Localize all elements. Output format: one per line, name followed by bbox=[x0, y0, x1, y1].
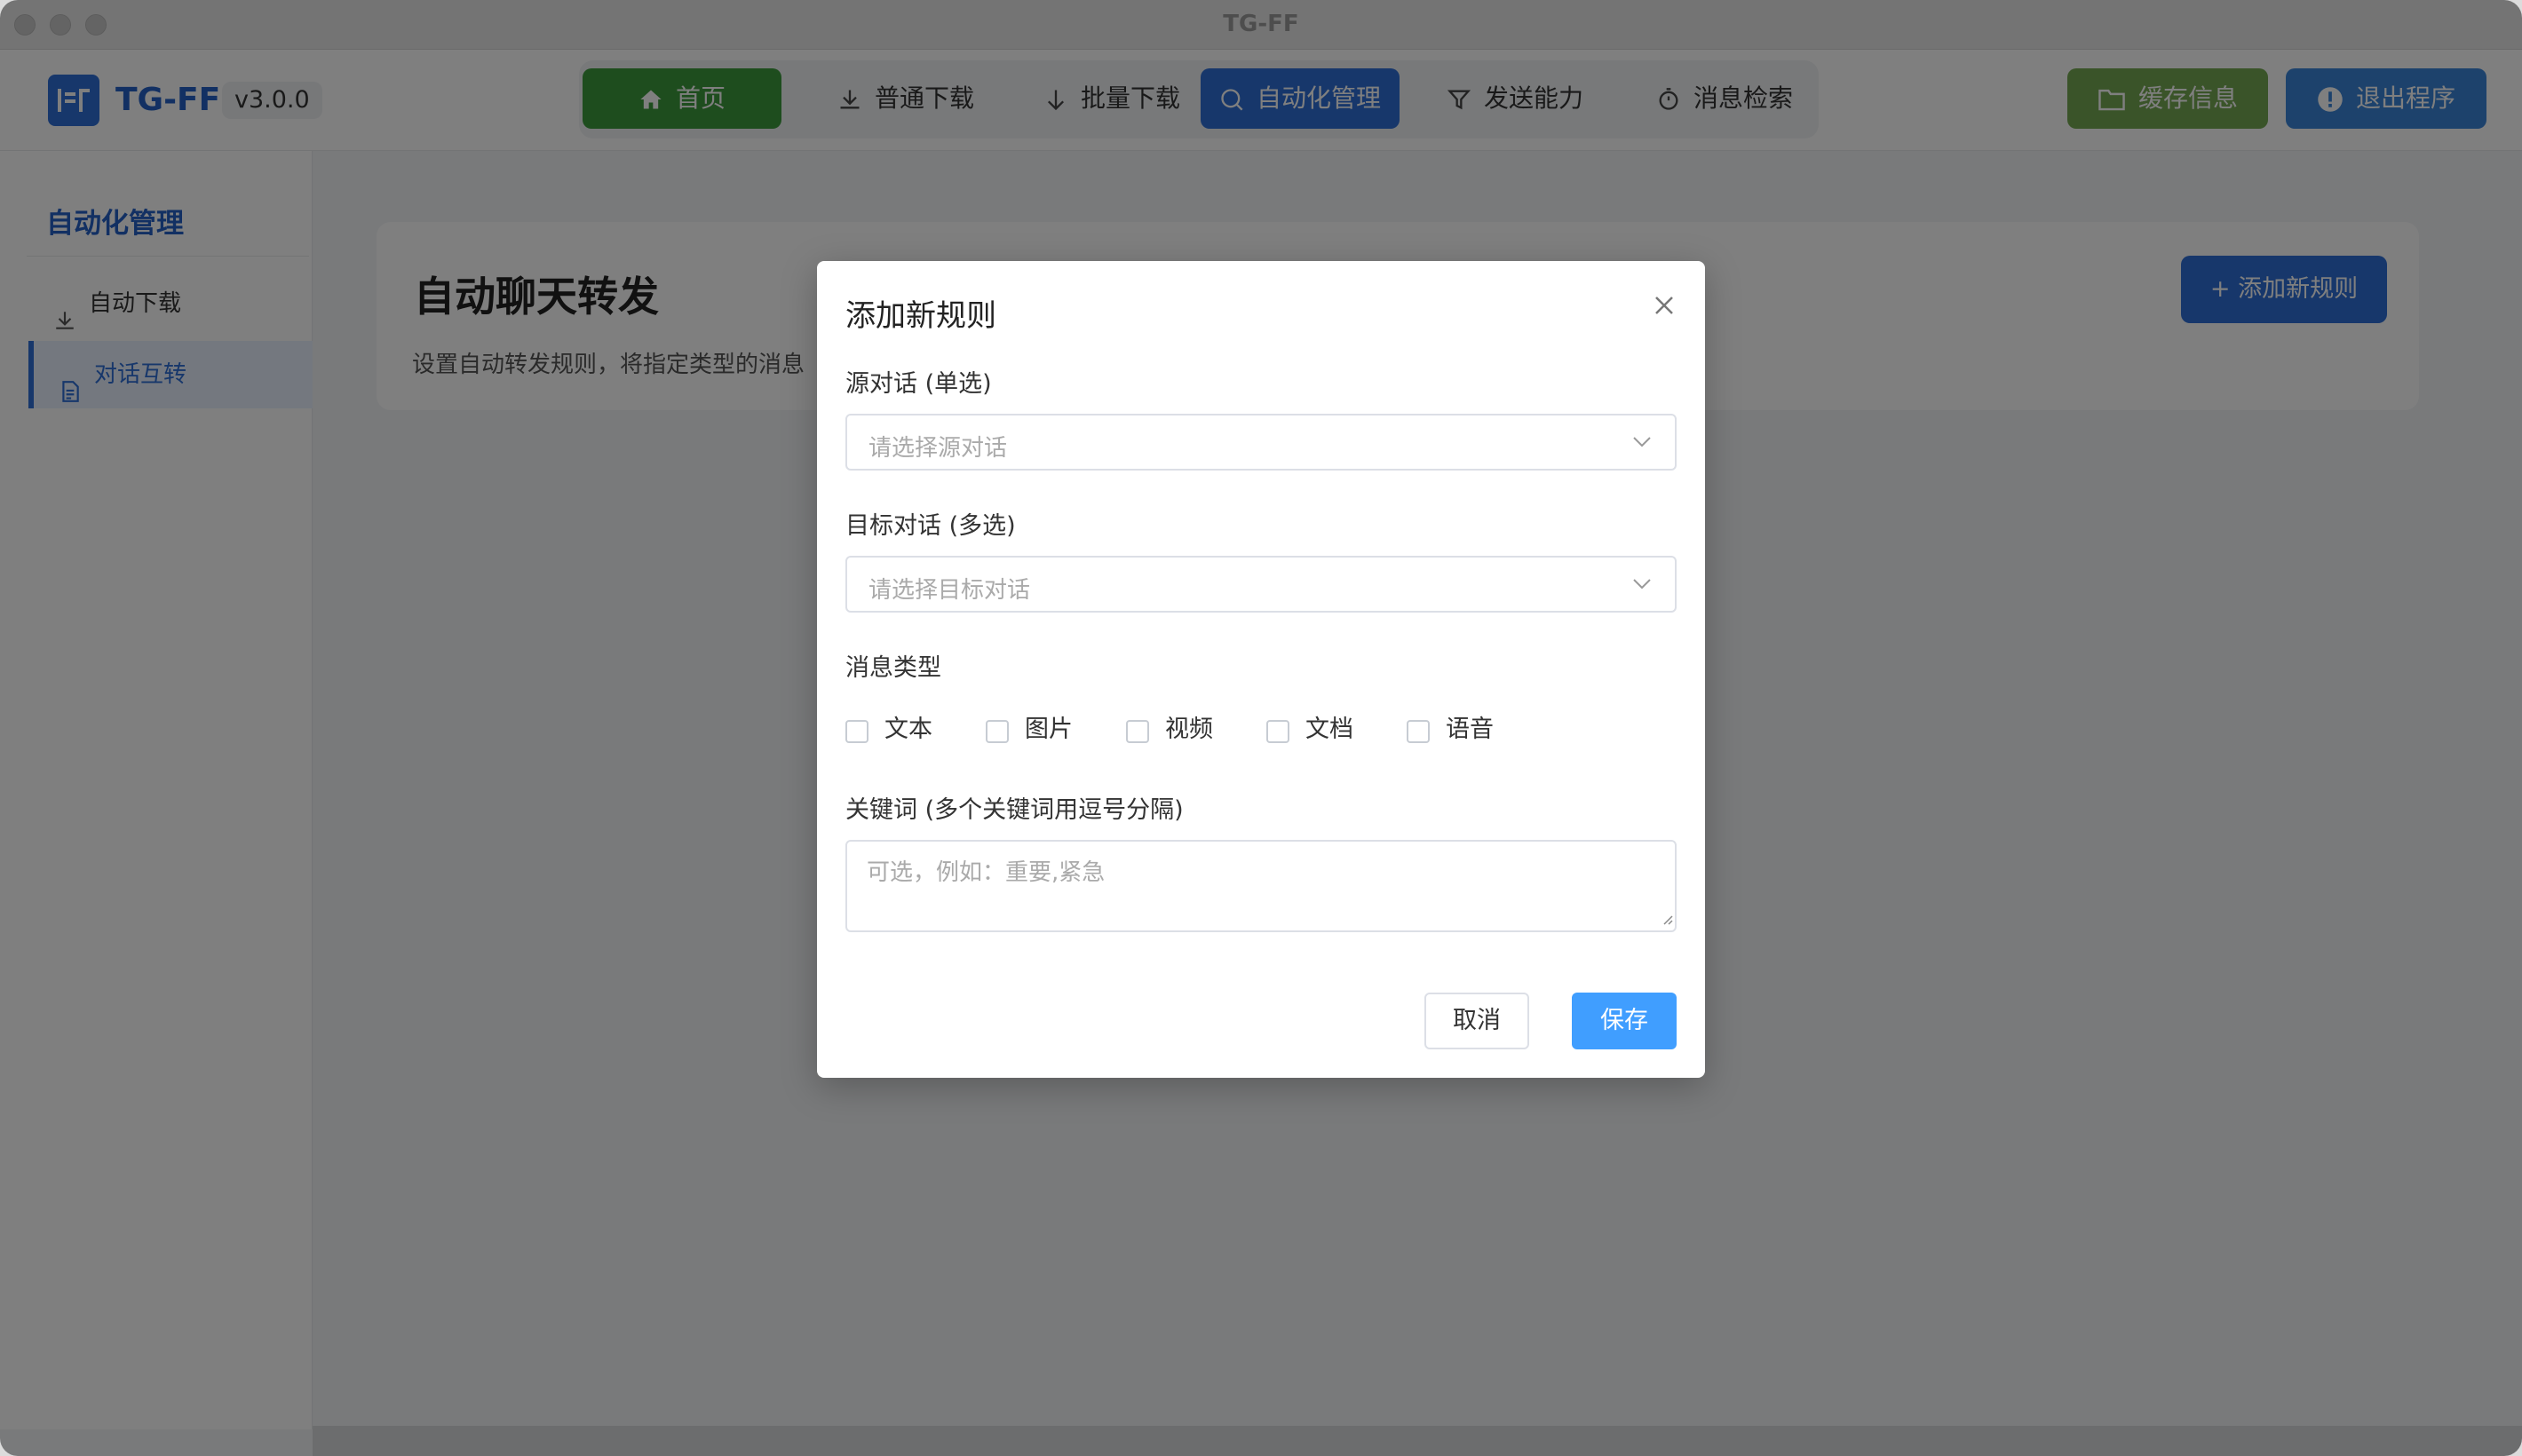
source-chat-select[interactable]: 请选择源对话 bbox=[845, 414, 1677, 471]
checkbox-label: 语音 bbox=[1446, 712, 1494, 748]
cancel-button[interactable]: 取消 bbox=[1424, 993, 1529, 1049]
chevron-down-icon bbox=[1632, 577, 1652, 594]
checkbox-box[interactable] bbox=[1407, 720, 1430, 743]
target-chat-label: 目标对话 (多选) bbox=[845, 506, 1016, 541]
checkbox-label: 图片 bbox=[1025, 712, 1073, 748]
keyword-label: 关键词 (多个关键词用逗号分隔) bbox=[845, 790, 1184, 825]
resize-grip-icon[interactable] bbox=[1661, 912, 1673, 929]
chevron-down-icon bbox=[1632, 435, 1652, 452]
checkbox-box[interactable] bbox=[986, 720, 1009, 743]
add-rule-dialog: 添加新规则 源对话 (单选) 请选择源对话 目标对话 (多选) 请选择目标对话 … bbox=[817, 261, 1705, 1078]
checkbox-label: 文档 bbox=[1305, 712, 1353, 748]
checkbox-box[interactable] bbox=[845, 720, 868, 743]
source-chat-placeholder: 请选择源对话 bbox=[868, 430, 1007, 463]
target-chat-select[interactable]: 请选择目标对话 bbox=[845, 556, 1677, 613]
checkbox-label: 视频 bbox=[1165, 712, 1213, 748]
checkbox-box[interactable] bbox=[1126, 720, 1149, 743]
save-button[interactable]: 保存 bbox=[1572, 993, 1677, 1049]
target-chat-placeholder: 请选择目标对话 bbox=[868, 572, 1030, 605]
source-chat-label: 源对话 (单选) bbox=[845, 364, 992, 399]
checkbox-box[interactable] bbox=[1266, 720, 1289, 743]
close-icon[interactable] bbox=[1650, 291, 1678, 320]
keyword-placeholder: 可选，例如：重要,紧急 bbox=[867, 854, 1105, 887]
message-type-label: 消息类型 bbox=[845, 648, 941, 683]
checkbox-label: 文本 bbox=[884, 712, 932, 748]
dialog-title: 添加新规则 bbox=[845, 291, 996, 335]
keyword-textarea[interactable]: 可选，例如：重要,紧急 bbox=[845, 840, 1677, 932]
app-window: TG-FF TG-FF v3.0.0 首页 普通下载 批量下载 bbox=[0, 0, 2522, 1456]
